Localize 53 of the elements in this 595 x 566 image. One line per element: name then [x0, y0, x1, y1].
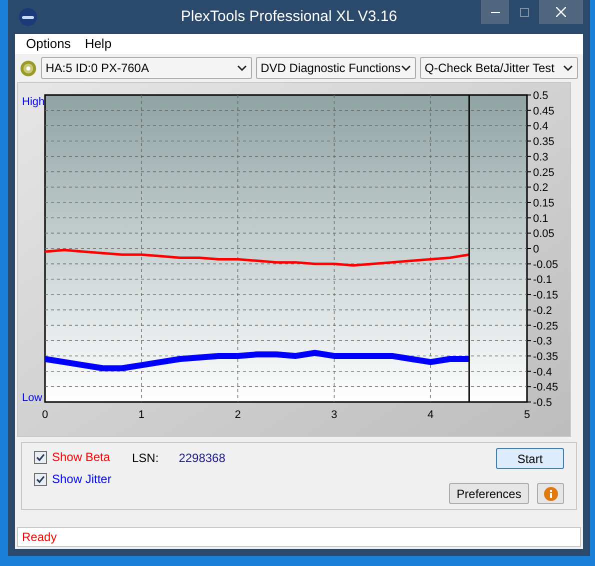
chevron-down-icon — [236, 65, 247, 71]
y-tick-label: 0.5 — [533, 90, 548, 102]
x-tick-label: 5 — [524, 409, 530, 421]
y-tick-label: -0.3 — [533, 336, 552, 348]
y-tick-label: 0.4 — [533, 120, 548, 133]
start-button[interactable]: Start — [496, 448, 564, 469]
category-select[interactable]: DVD Diagnostic Functions — [256, 57, 416, 79]
lsn-value: 2298368 — [178, 450, 226, 465]
y-tick-label: -0.45 — [533, 382, 558, 394]
lsn-label: LSN: — [132, 450, 159, 465]
close-icon — [556, 7, 566, 17]
high-label: High — [22, 96, 45, 108]
y-tick-label: 0.05 — [533, 228, 554, 240]
chevron-down-icon — [563, 65, 573, 71]
x-tick-label: 2 — [234, 409, 241, 421]
drive-select[interactable]: HA:5 ID:0 PX-760A — [40, 57, 252, 79]
y-tick-label: 0.2 — [533, 182, 548, 194]
y-tick-label: -0.15 — [533, 290, 558, 302]
y-tick-label: 0.1 — [533, 212, 548, 225]
y-tick-label: -0.05 — [533, 258, 558, 271]
y-tick-label: 0.3 — [533, 151, 548, 164]
close-button[interactable] — [539, 0, 583, 24]
menu-item[interactable]: Options — [26, 34, 71, 54]
y-tick-label: -0.1 — [533, 274, 552, 286]
checkbox[interactable] — [34, 450, 47, 464]
info-button[interactable] — [537, 483, 564, 504]
window-title: PlexTools Professional XL V3.16 — [180, 6, 398, 27]
disc-icon — [20, 60, 37, 76]
status-bar: Ready — [17, 527, 581, 547]
y-tick-label: 0.25 — [533, 166, 554, 179]
low-label: Low — [22, 392, 42, 404]
y-tick-label: -0.5 — [533, 397, 552, 409]
x-tick-label: 4 — [428, 409, 434, 421]
test-select[interactable]: Q-Check Beta/Jitter Test — [420, 57, 578, 79]
y-tick-label: 0.15 — [533, 197, 554, 210]
menu-item[interactable]: Help — [84, 34, 112, 54]
checkbox[interactable] — [34, 472, 47, 486]
x-tick-label: 0 — [42, 409, 48, 421]
info-icon — [544, 486, 558, 500]
x-tick-label: 1 — [138, 409, 144, 421]
y-tick-label: 0.45 — [533, 105, 554, 118]
y-tick-label: -0.35 — [533, 350, 558, 363]
y-tick-label: -0.25 — [533, 320, 558, 332]
y-tick-label: 0.35 — [533, 136, 554, 148]
checkbox-label: Show Beta — [52, 449, 110, 466]
app-logo-icon — [19, 8, 37, 26]
y-tick-label: 0 — [533, 244, 540, 256]
preferences-button[interactable]: Preferences — [449, 483, 529, 504]
y-tick-label: -0.4 — [533, 366, 552, 378]
chevron-down-icon — [400, 65, 411, 71]
checkbox-label: Show Jitter — [52, 471, 112, 488]
x-tick-label: 3 — [331, 409, 338, 421]
y-tick-label: -0.2 — [533, 304, 552, 317]
